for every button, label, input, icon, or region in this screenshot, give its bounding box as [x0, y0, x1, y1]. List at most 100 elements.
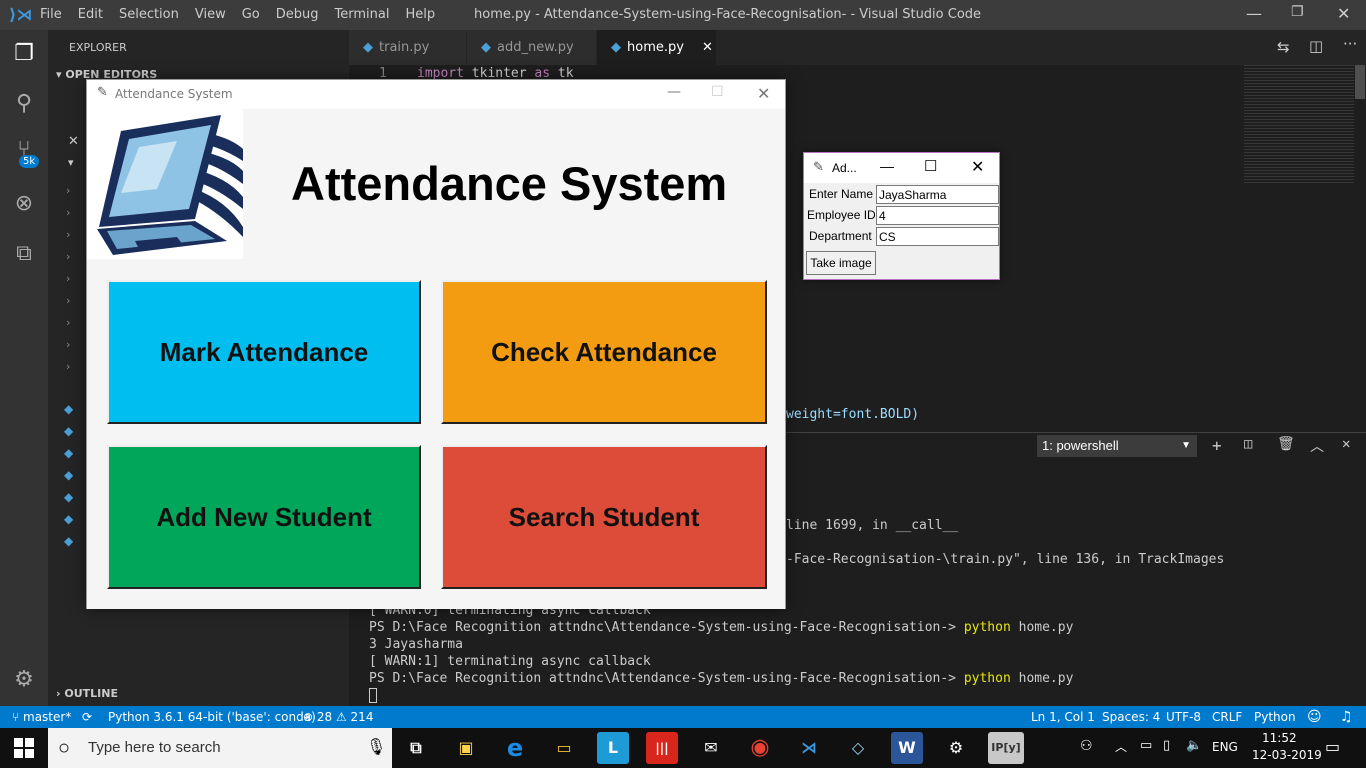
minimize-icon[interactable]: — [880, 158, 894, 174]
search-icon[interactable]: ⚲ [10, 90, 38, 118]
sticky-app-icon[interactable]: ◇ [842, 732, 874, 764]
chevron-down-icon: ▼ [1181, 440, 1191, 451]
word-icon[interactable]: W [891, 732, 923, 764]
task-view-icon[interactable]: ⧉ [400, 732, 432, 764]
split-editor-icon[interactable]: ◫ [1309, 37, 1323, 55]
close-icon[interactable]: ✕ [971, 157, 984, 177]
tab-add-new-py[interactable]: ◆ add_new.py [467, 30, 597, 65]
branch-indicator[interactable]: ⑂ master* [12, 706, 71, 728]
vscode-titlebar: ⟩⋊ File Edit Selection View Go Debug Ter… [0, 0, 1366, 30]
clock-date[interactable]: 12-03-2019 [1252, 748, 1322, 762]
maximize-icon[interactable]: ☐ [924, 157, 937, 175]
language-mode[interactable]: Python [1254, 706, 1296, 728]
tray-chevron-icon[interactable]: ︿ [1115, 738, 1127, 755]
open-changes-icon[interactable]: ⇆ [1277, 38, 1290, 56]
taskbar-search-box[interactable]: ○ Type here to search 🎙 [48, 728, 392, 768]
indentation[interactable]: Spaces: 4 [1102, 706, 1160, 728]
kill-terminal-icon[interactable]: 🗑 [1277, 436, 1295, 452]
activity-bar: ❐ ⚲ ⑂ 5k ⊗ ⧉ ⚙ [0, 30, 48, 706]
warning-count: 214 [350, 710, 374, 724]
add-new-student-button[interactable]: Add New Student [107, 445, 421, 589]
add-window-titlebar[interactable]: ✎ Ad... — ☐ ✕ [804, 153, 999, 183]
tab-home-py[interactable]: ◆ home.py ✕ [597, 30, 717, 65]
settings-gear-taskbar-icon[interactable]: ⚙ [940, 732, 972, 764]
minimize-icon[interactable]: — [1246, 4, 1262, 23]
network-icon[interactable]: ▭ [1140, 738, 1152, 753]
editor-scrollbar[interactable] [1355, 65, 1365, 99]
menu-debug[interactable]: Debug [276, 7, 319, 22]
check-attendance-button[interactable]: Check Attendance [441, 280, 767, 424]
tab-train-py[interactable]: ◆ train.py [349, 30, 467, 65]
close-icon[interactable]: ✕ [757, 84, 770, 103]
search-student-button[interactable]: Search Student [441, 445, 767, 589]
maximize-panel-icon[interactable]: ︿ [1310, 436, 1324, 456]
cursor-position[interactable]: Ln 1, Col 1 [1031, 706, 1095, 728]
python-interpreter[interactable]: Python 3.6.1 64-bit ('base': conda) [108, 706, 316, 728]
new-terminal-icon[interactable]: + [1212, 436, 1222, 455]
python-app-icon[interactable]: IP[y] [988, 732, 1024, 764]
menu-go[interactable]: Go [242, 7, 260, 22]
minimap[interactable] [1244, 65, 1354, 185]
microphone-icon[interactable]: 🎙 [366, 728, 386, 768]
name-input[interactable] [876, 185, 999, 204]
restore-icon[interactable]: ❐ [1291, 4, 1304, 20]
menu-selection[interactable]: Selection [119, 7, 179, 22]
people-icon[interactable]: ⚇ [1080, 738, 1093, 754]
outline-section[interactable]: › OUTLINE [56, 687, 118, 700]
menu-help[interactable]: Help [405, 7, 435, 22]
mail-icon[interactable]: ✉ [695, 732, 727, 764]
terminal-line: [ WARN:1] terminating async callback [369, 654, 651, 669]
volume-icon[interactable]: 🔈 [1186, 738, 1202, 753]
vscode-logo-icon: ⟩⋊ [9, 5, 33, 24]
settings-gear-icon[interactable]: ⚙ [10, 666, 38, 694]
file-explorer-icon[interactable]: ▭ [548, 732, 580, 764]
menu-edit[interactable]: Edit [78, 7, 103, 22]
clock-time[interactable]: 11:52 [1262, 731, 1297, 745]
end-of-line[interactable]: CRLF [1212, 706, 1242, 728]
extensions-icon[interactable]: ⧉ [10, 240, 38, 268]
window-title: home.py - Attendance-System-using-Face-R… [474, 7, 982, 22]
tab-close-icon[interactable]: ✕ [702, 40, 713, 55]
close-panel-icon[interactable]: ✕ [1342, 436, 1350, 452]
attendance-window-title: Attendance System [115, 87, 233, 101]
input-language[interactable]: ENG [1212, 740, 1238, 754]
notifications-bell-icon[interactable]: ♫ [1340, 706, 1353, 728]
close-icon[interactable]: ✕ [1337, 4, 1350, 23]
problems-indicator[interactable]: ⊗ 28 ⚠ 214 [303, 706, 373, 728]
action-center-icon[interactable]: ▭ [1325, 737, 1340, 756]
store-icon[interactable]: ▣ [450, 732, 482, 764]
department-input[interactable] [876, 227, 999, 246]
menu-file[interactable]: File [40, 7, 62, 22]
windows-start-icon[interactable] [14, 738, 34, 758]
menu-view[interactable]: View [195, 7, 226, 22]
terminal-line: PS D:\Face Recognition attndnc\Attendanc… [369, 620, 1073, 635]
search-placeholder: Type here to search [88, 739, 221, 756]
mark-attendance-button[interactable]: Mark Attendance [107, 280, 421, 424]
employee-id-input[interactable] [876, 206, 999, 225]
windows-taskbar: ○ Type here to search 🎙 ⧉ ▣ e ▭ L ||| ✉ … [0, 728, 1366, 768]
folder-section-chevron-icon[interactable]: ▾ [68, 156, 74, 169]
take-image-button[interactable]: Take image [806, 251, 876, 275]
name-label: Enter Name [809, 187, 874, 201]
code-fragment-text: weight=font.BOLD) [786, 407, 920, 422]
app-heading: Attendance System [291, 157, 728, 210]
terminal-selector[interactable]: 1: powershell ▼ [1037, 435, 1197, 457]
chrome-icon[interactable]: ◉ [744, 732, 776, 764]
explorer-icon[interactable]: ❐ [10, 40, 38, 68]
python-file-icon: ◆ [611, 40, 621, 55]
battery-icon[interactable]: ▯ [1163, 738, 1170, 753]
close-all-icon[interactable]: ✕ [68, 134, 79, 149]
attendance-window-titlebar[interactable]: ✎ Attendance System — ☐ ✕ [87, 80, 785, 109]
menu-terminal[interactable]: Terminal [335, 7, 390, 22]
split-terminal-icon[interactable]: ◫ [1244, 436, 1252, 452]
feedback-smiley-icon[interactable]: ☺ [1307, 706, 1322, 728]
minimize-icon[interactable]: — [667, 84, 681, 100]
vscode-taskbar-icon[interactable]: ⋊ [793, 732, 825, 764]
red-app-icon[interactable]: ||| [646, 732, 678, 764]
sync-icon[interactable]: ⟳ [82, 706, 92, 728]
edge-icon[interactable]: e [499, 732, 531, 764]
more-actions-icon[interactable]: ··· [1343, 35, 1357, 53]
encoding[interactable]: UTF-8 [1166, 706, 1201, 728]
lync-app-icon[interactable]: L [597, 732, 629, 764]
debug-icon[interactable]: ⊗ [10, 190, 38, 218]
